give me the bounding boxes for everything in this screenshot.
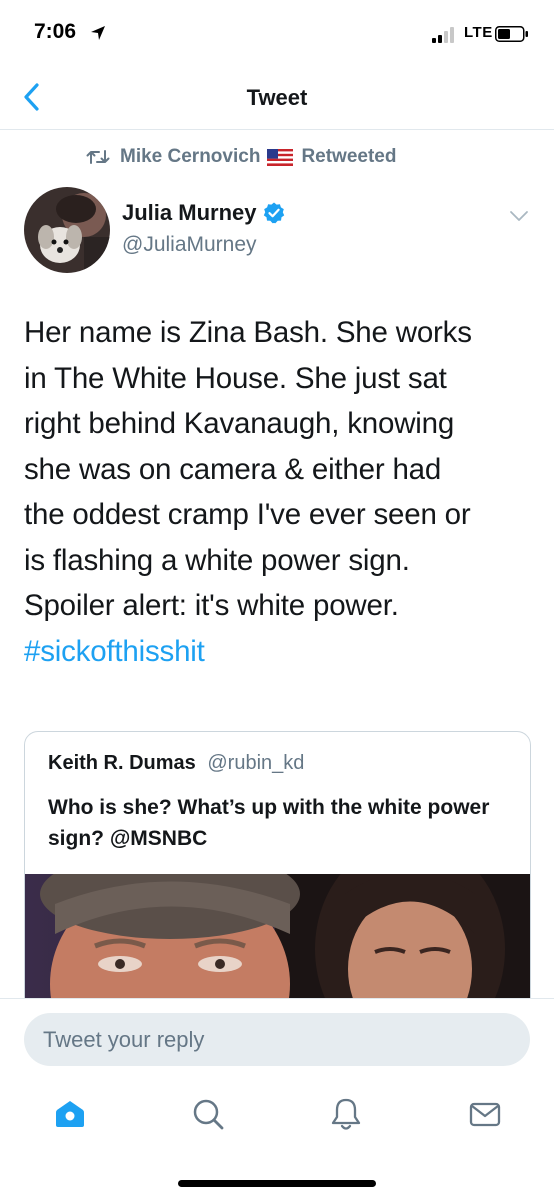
author-name[interactable]: Julia Murney bbox=[122, 200, 256, 226]
retweeter-name: Mike Cernovich bbox=[120, 146, 261, 167]
verified-badge-icon bbox=[264, 202, 285, 224]
quoted-tweet-card[interactable]: Keith R. Dumas @rubin_kd Who is she? Wha… bbox=[24, 731, 531, 1031]
chevron-down-icon[interactable] bbox=[508, 209, 530, 223]
home-indicator[interactable] bbox=[178, 1180, 376, 1187]
quoted-tweet-text: Who is she? What’s up with the white pow… bbox=[48, 796, 490, 850]
notifications-bell-icon[interactable] bbox=[328, 1096, 364, 1132]
reply-input[interactable]: Tweet your reply bbox=[24, 1013, 530, 1066]
tweet-text-line: in The White House. She just sat bbox=[24, 361, 447, 395]
reply-bar: Tweet your reply bbox=[0, 998, 554, 1078]
messages-envelope-icon[interactable] bbox=[467, 1096, 503, 1132]
avatar[interactable] bbox=[24, 187, 110, 273]
tweet-text: Her name is Zina Bash. She works in The … bbox=[24, 310, 534, 674]
page-title: Tweet bbox=[246, 85, 308, 110]
location-arrow-icon bbox=[91, 26, 105, 40]
avatar-photo bbox=[24, 187, 110, 273]
tweet-text-line: right behind Kavanaugh, knowing bbox=[24, 407, 455, 440]
tweet-text-line: is flashing a white power sign. bbox=[24, 543, 410, 577]
search-icon[interactable] bbox=[190, 1096, 226, 1132]
retweet-context[interactable]: Mike Cernovich Retweeted bbox=[86, 143, 396, 171]
tweet-text-line: Spoiler alert: it's white power. bbox=[24, 589, 399, 622]
status-time: 7:06 bbox=[34, 20, 77, 43]
hashtag-link[interactable]: #sickofthisshit bbox=[24, 629, 534, 675]
author-handle[interactable]: @JuliaMurney bbox=[122, 233, 257, 257]
tweet-author: Julia Murney @JuliaMurney bbox=[24, 187, 530, 277]
quoted-author-name: Keith R. Dumas bbox=[48, 752, 196, 774]
tweet-text-line: she was on camera & either had bbox=[24, 452, 442, 486]
us-flag-icon bbox=[267, 148, 294, 166]
retweeted-label: Retweeted bbox=[301, 146, 397, 167]
tweet-text-line: the oddest cramp I've ever seen or bbox=[24, 498, 471, 531]
quoted-author-handle: @rubin_kd bbox=[207, 752, 305, 774]
cellular-signal-icon bbox=[432, 27, 454, 43]
battery-icon bbox=[495, 26, 528, 42]
network-type: LTE bbox=[464, 24, 493, 41]
status-bar: 7:06 LTE bbox=[0, 0, 554, 66]
tweet-text-line: Her name is Zina Bash. She works bbox=[24, 316, 472, 349]
retweet-icon bbox=[86, 150, 110, 164]
home-icon[interactable] bbox=[52, 1096, 88, 1132]
nav-bar: Tweet bbox=[0, 66, 554, 130]
